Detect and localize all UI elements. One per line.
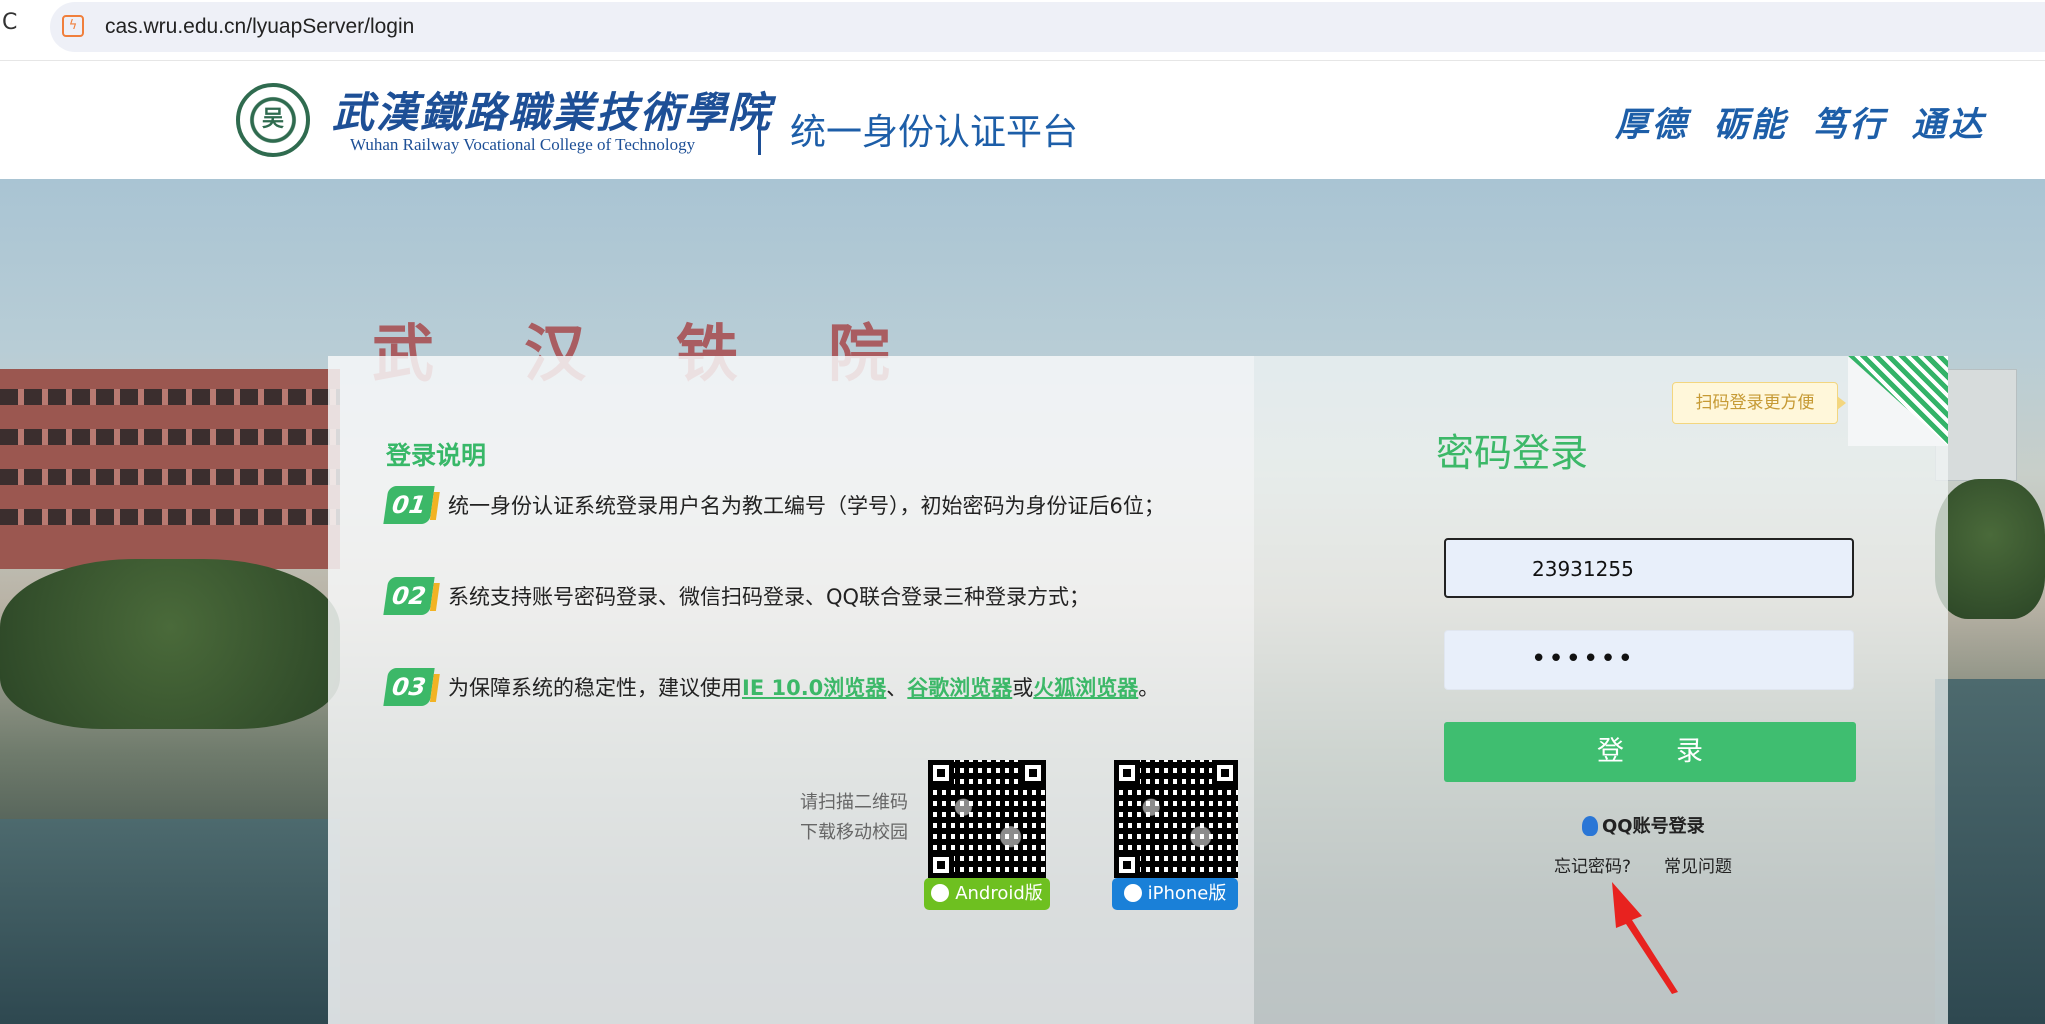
browser-address-bar: C ϟ cas.wru.edu.cn/lyuapServer/login: [0, 0, 2045, 61]
red-annotation-arrow-icon: [1612, 882, 1678, 994]
river: [1935, 679, 2045, 1024]
instructions-title: 登录说明: [386, 441, 487, 470]
url-field[interactable]: ϟ cas.wru.edu.cn/lyuapServer/login: [50, 2, 2045, 52]
college-motto: 厚德 砺能 笃行 通达: [1615, 105, 1986, 145]
site-info-icon[interactable]: ϟ: [62, 15, 84, 37]
emblem-mark: 吴: [261, 107, 284, 132]
qr-caption-line: 下载移动校园: [800, 822, 908, 843]
chrome-browser-link[interactable]: 谷歌浏览器: [907, 676, 1012, 700]
step-number-badge: 03: [383, 668, 435, 706]
site-header: 吴 武漢鐵路職業技術學院 Wuhan Railway Vocational Co…: [0, 61, 2045, 179]
qr-finder: [928, 852, 954, 878]
qr-caption: 请扫描二维码 下载移动校园: [800, 788, 908, 848]
trees: [1935, 479, 2045, 619]
step-number-badge: 01: [383, 486, 435, 524]
instruction-text: 统一身份认证系统登录用户名为教工编号（学号），初始密码为身份证后6位；: [448, 494, 1165, 518]
qr-finder: [1020, 760, 1046, 786]
separator: 、: [886, 676, 908, 700]
faq-link[interactable]: 常见问题: [1664, 852, 1732, 877]
step-number-badge: 02: [383, 577, 435, 615]
iphone-app-qr-code: [1114, 760, 1238, 878]
river: [0, 819, 340, 1024]
android-icon: [931, 884, 950, 902]
qr-caption-line: 请扫描二维码: [800, 792, 908, 813]
platform-title: 统一身份认证平台: [790, 112, 1079, 153]
qr-finder: [1114, 760, 1140, 786]
login-instructions-panel: 登录说明 01 统一身份认证系统登录用户名为教工编号（学号），初始密码为身份证后…: [328, 356, 1254, 1024]
apple-icon: [1123, 884, 1142, 902]
instruction-text: 系统支持账号密码登录、微信扫码登录、QQ联合登录三种登录方式；: [448, 585, 1091, 609]
reload-icon[interactable]: C: [2, 12, 24, 34]
college-name-en: Wuhan Railway Vocational College of Tech…: [350, 135, 696, 154]
android-download-badge[interactable]: Android版: [924, 878, 1050, 910]
firefox-browser-link[interactable]: 火狐浏览器: [1033, 676, 1138, 700]
qr-finder: [928, 760, 954, 786]
iphone-label: iPhone版: [1147, 883, 1227, 904]
qr-finder: [1212, 760, 1238, 786]
username-value: 23931255: [1532, 557, 1634, 581]
forgot-password-link[interactable]: 忘记密码?: [1554, 852, 1631, 877]
ie-browser-link[interactable]: IE 10.0浏览器: [742, 676, 886, 700]
iphone-download-badge[interactable]: iPhone版: [1112, 878, 1238, 910]
password-value: ••••••: [1531, 644, 1636, 674]
separator: 或: [1012, 676, 1034, 700]
building-windows: [0, 509, 340, 525]
instruction-text-prefix: 为保障系统的稳定性，建议使用: [448, 676, 742, 700]
url-text[interactable]: cas.wru.edu.cn/lyuapServer/login: [105, 15, 414, 39]
building-windows: [0, 429, 340, 445]
qr-login-tip: 扫码登录更方便: [1672, 382, 1846, 424]
qq-penguin-icon: [1582, 816, 1598, 836]
trees: [0, 559, 340, 729]
qq-login-link[interactable]: QQ账号登录: [1582, 812, 1705, 838]
college-emblem-icon: 吴: [236, 83, 310, 157]
building-windows: [0, 469, 340, 485]
login-heading: 密码登录: [1436, 431, 1589, 475]
qq-login-label: QQ账号登录: [1602, 816, 1705, 837]
college-name-cn: 武漢鐵路職業技術學院: [332, 88, 773, 137]
sentence-end: 。: [1138, 676, 1160, 700]
password-login-panel: 密码登录 扫码登录更方便 23931255 •••••• 登录 QQ账号登录 忘…: [1254, 356, 1948, 1024]
android-app-qr-code: [928, 760, 1046, 878]
username-input[interactable]: 23931255: [1444, 538, 1854, 598]
login-card: 登录说明 01 统一身份认证系统登录用户名为教工编号（学号），初始密码为身份证后…: [328, 356, 1948, 1024]
android-label: Android版: [955, 883, 1043, 904]
building-windows: [0, 389, 340, 405]
qr-login-toggle[interactable]: [1848, 356, 1948, 446]
login-button[interactable]: 登录: [1444, 722, 1856, 782]
qr-finder: [1114, 852, 1140, 878]
password-input[interactable]: ••••••: [1444, 630, 1854, 690]
header-divider: [758, 103, 761, 155]
instruction-text: 为保障系统的稳定性，建议使用IE 10.0浏览器、谷歌浏览器或火狐浏览器。: [448, 672, 1159, 702]
